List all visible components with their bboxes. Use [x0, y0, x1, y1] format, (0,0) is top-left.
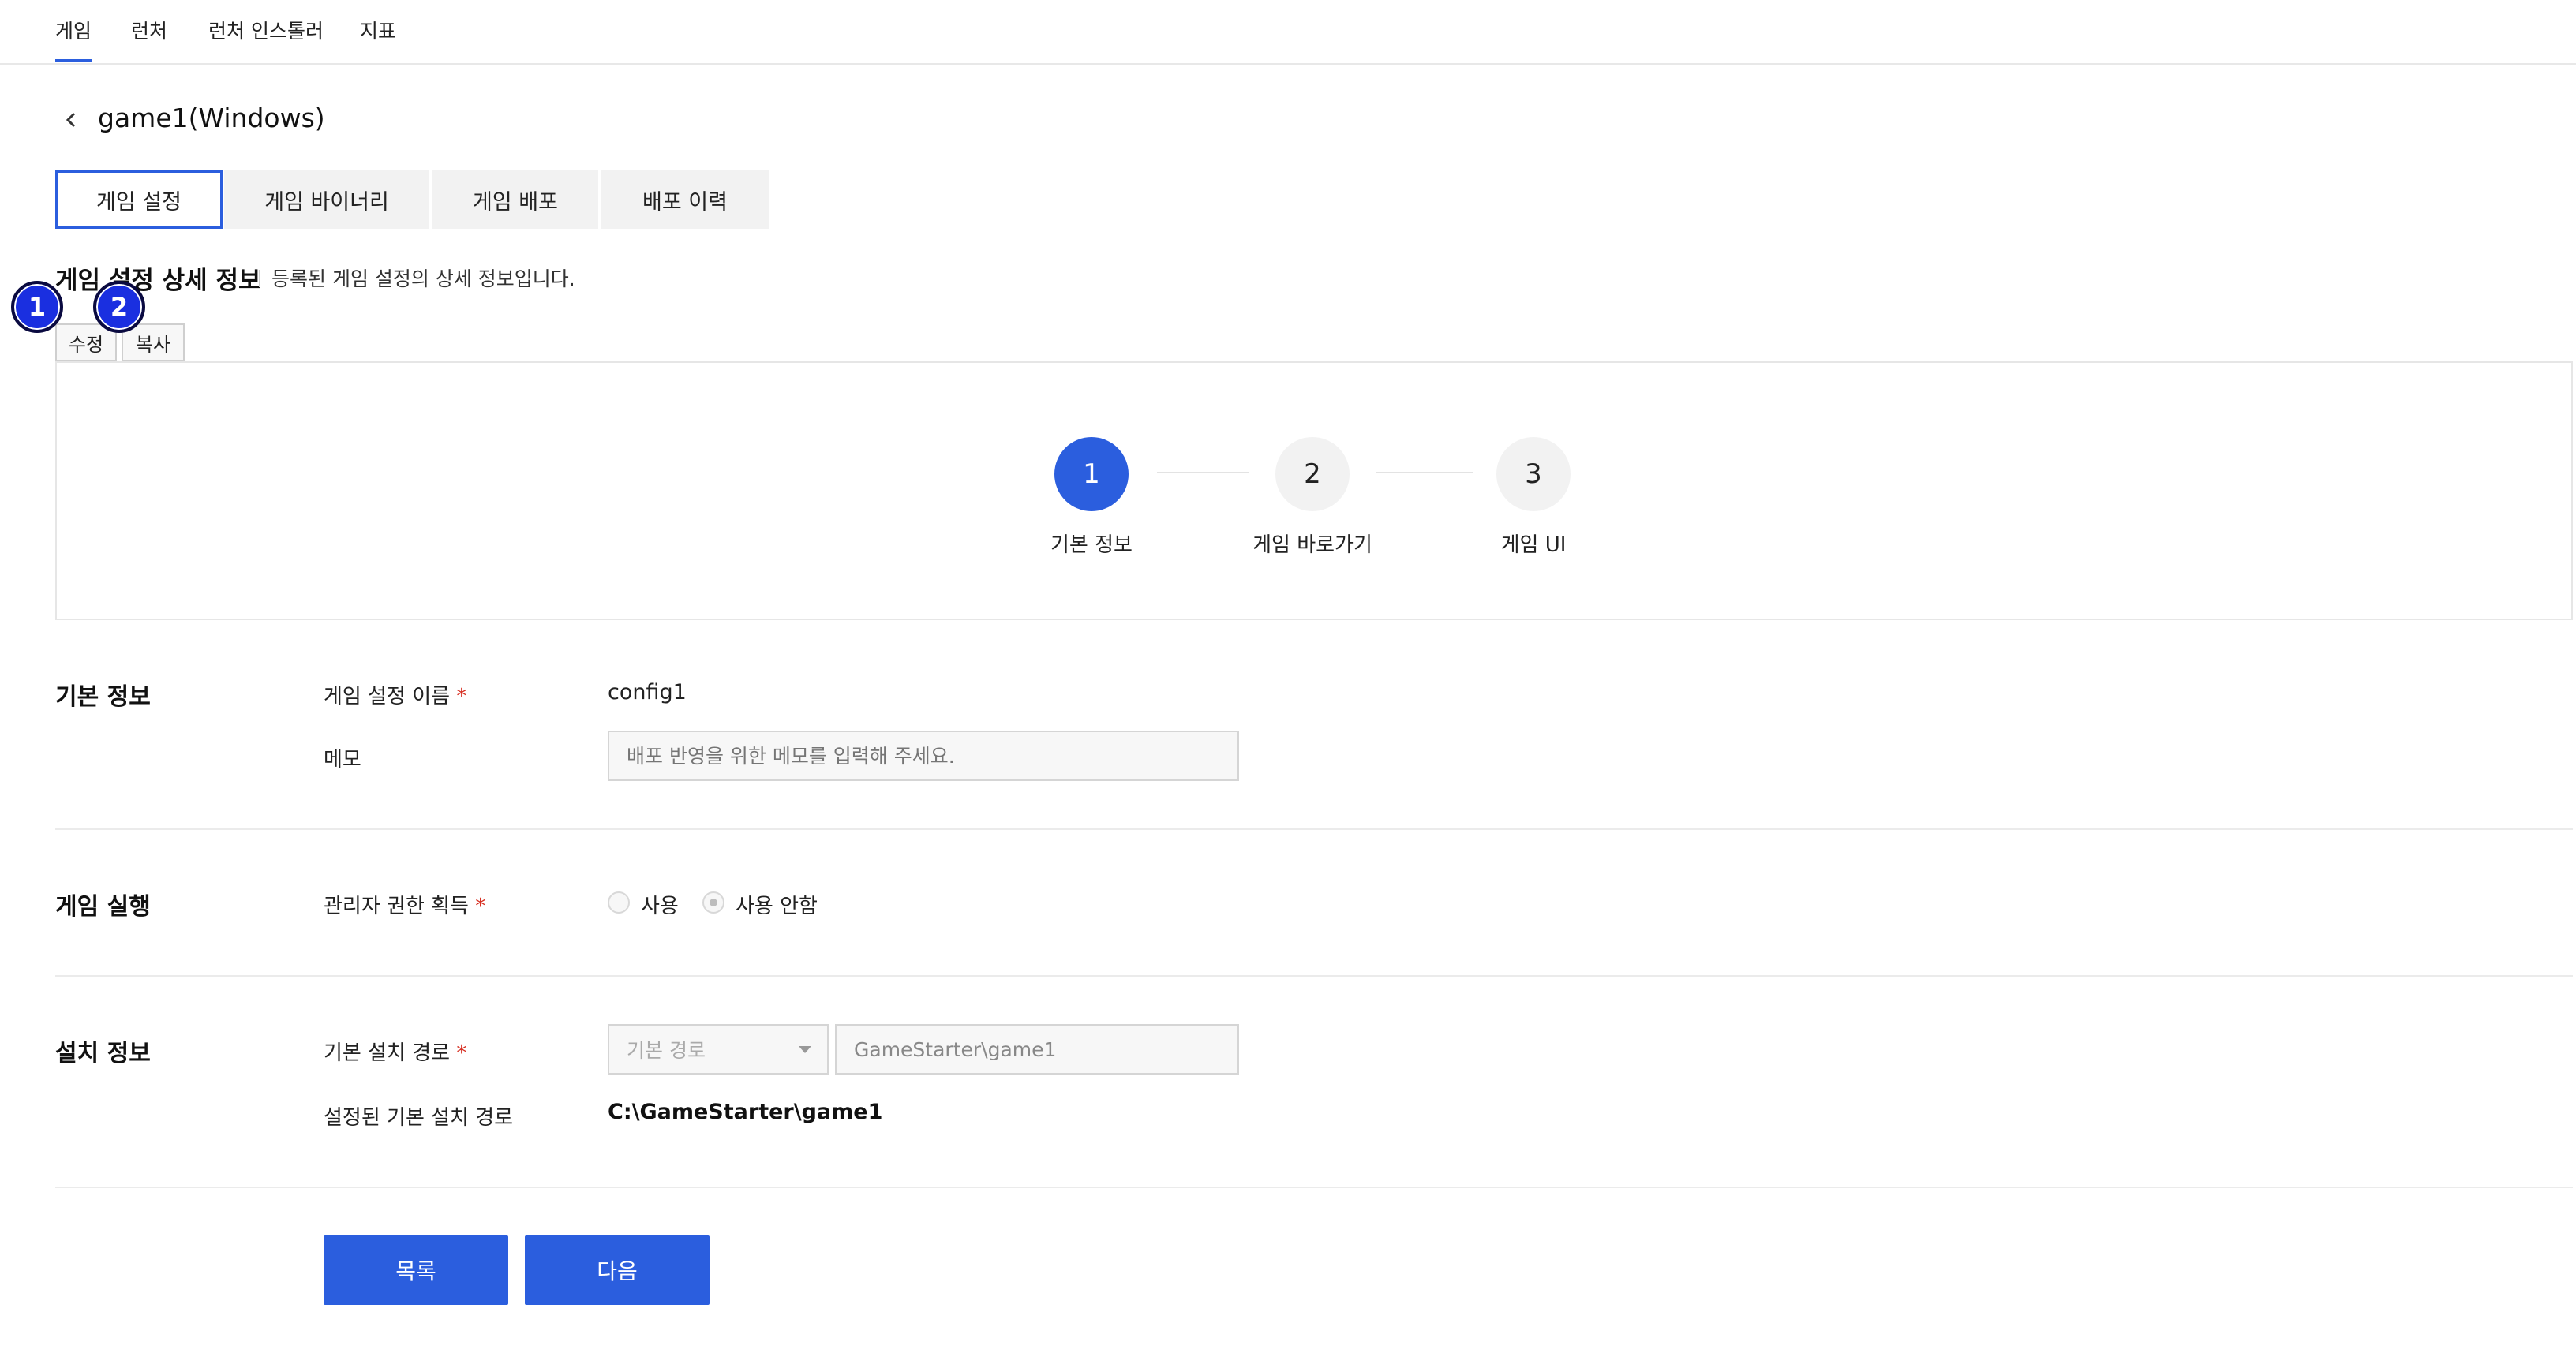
- next-button[interactable]: 다음: [525, 1235, 710, 1305]
- tab-game-deploy[interactable]: 게임 배포: [432, 170, 598, 229]
- back-chevron-left-icon[interactable]: [60, 104, 82, 136]
- nav-item-launcher[interactable]: 런처: [131, 16, 167, 44]
- chevron-down-icon: [799, 1046, 811, 1053]
- required-mark: *: [456, 1041, 467, 1065]
- required-mark: *: [456, 685, 467, 708]
- basic-info-title: 기본 정보: [55, 683, 151, 711]
- step-connector-2: [1376, 472, 1473, 473]
- nav-item-launcher-installer[interactable]: 런처 인스톨러: [208, 16, 324, 44]
- config-name-value: config1: [608, 680, 687, 705]
- admin-permission-label: 관리자 권한 획득 *: [324, 890, 485, 919]
- tab-game-settings[interactable]: 게임 설정: [55, 170, 223, 229]
- list-button[interactable]: 목록: [324, 1235, 508, 1305]
- step-2-label: 게임 바로가기: [1252, 533, 1372, 557]
- install-path-select-value: 기본 경로: [627, 1039, 706, 1062]
- install-path-label: 기본 설치 경로 *: [324, 1037, 466, 1066]
- configured-path-value: C:\GameStarter\game1: [608, 1100, 883, 1124]
- memo-input[interactable]: [608, 731, 1239, 781]
- top-nav: 게임 런처 런처 인스톨러 지표: [0, 0, 2576, 65]
- admin-permission-label-text: 관리자 권한 획득: [324, 895, 469, 918]
- install-path-input[interactable]: GameStarter\game1: [835, 1024, 1239, 1075]
- radio-not-use[interactable]: [702, 891, 724, 914]
- annotation-marker-2: 2: [93, 281, 145, 333]
- install-path-label-text: 기본 설치 경로: [324, 1041, 451, 1065]
- annotation-marker-1: 1: [11, 281, 63, 333]
- config-name-label-text: 게임 설정 이름: [324, 685, 451, 708]
- tab-deploy-history[interactable]: 배포 이력: [601, 170, 769, 229]
- nav-item-metrics[interactable]: 지표: [360, 16, 396, 44]
- install-info-title: 설치 정보: [55, 1040, 151, 1067]
- step-connector-1: [1157, 472, 1249, 473]
- memo-label: 메모: [324, 748, 361, 772]
- divider-install-info: [55, 1187, 2573, 1188]
- step-1-label: 기본 정보: [1050, 533, 1133, 557]
- step-3-circle[interactable]: 3: [1496, 437, 1571, 511]
- radio-use[interactable]: [608, 891, 630, 914]
- radio-use-label[interactable]: 사용: [641, 890, 679, 919]
- configured-path-label: 설정된 기본 설치 경로: [324, 1106, 514, 1130]
- step-2-circle[interactable]: 2: [1275, 437, 1350, 511]
- section-separator: [259, 270, 260, 287]
- tab-game-binary[interactable]: 게임 바이너리: [224, 170, 429, 229]
- required-mark: *: [475, 895, 486, 918]
- game-run-title: 게임 실행: [55, 893, 151, 921]
- nav-item-game[interactable]: 게임: [55, 16, 92, 62]
- radio-not-use-label[interactable]: 사용 안함: [736, 890, 818, 919]
- install-path-select[interactable]: 기본 경로: [608, 1024, 829, 1075]
- config-name-label: 게임 설정 이름 *: [324, 680, 466, 709]
- step-1-circle[interactable]: 1: [1054, 437, 1129, 511]
- section-description: 등록된 게임 설정의 상세 정보입니다.: [271, 267, 575, 290]
- section-title: 게임 설정 상세 정보: [55, 267, 261, 295]
- step-3-label: 게임 UI: [1500, 533, 1567, 557]
- divider-basic-info: [55, 828, 2573, 830]
- divider-game-run: [55, 975, 2573, 977]
- page-title: game1(Windows): [98, 103, 325, 133]
